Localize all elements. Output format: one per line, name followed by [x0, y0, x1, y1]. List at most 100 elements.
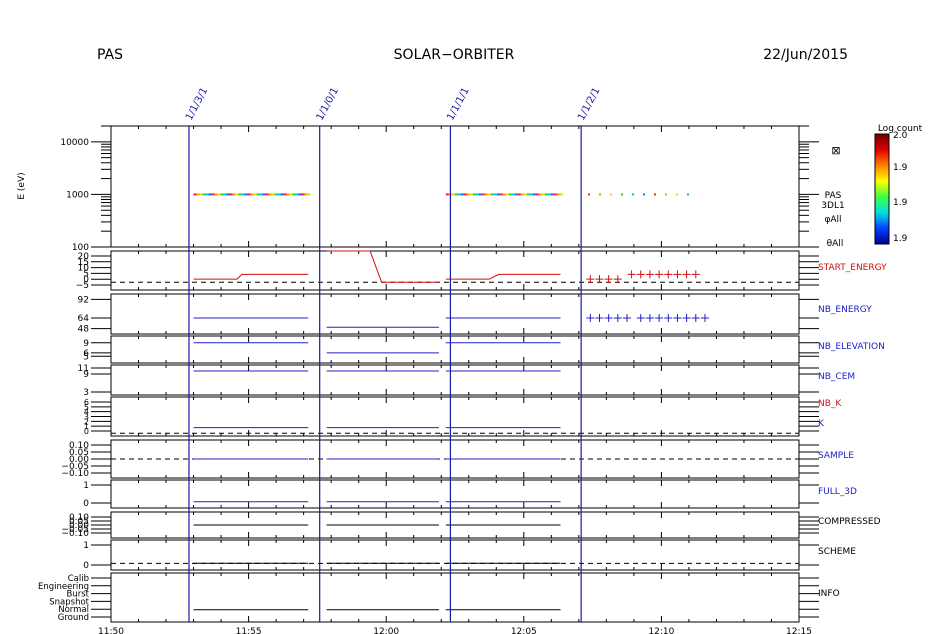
y-tick-label: 5: [83, 352, 89, 362]
header-left: PAS: [97, 47, 123, 63]
spectrogram-pixel: [235, 193, 239, 196]
panel-label: SAMPLE: [818, 451, 854, 461]
y-tick-label: −0.10: [61, 529, 89, 539]
spectrogram-pixel: [547, 193, 551, 196]
y-tick-label: 64: [78, 314, 90, 324]
data-cross: [691, 314, 700, 322]
panel-frame-full_3d: [110, 479, 800, 509]
data-cross: [627, 270, 636, 279]
spectrogram-pixel: [202, 193, 206, 196]
spectrogram-pixel: [301, 193, 305, 196]
data-cross: [691, 270, 700, 279]
spectrogram-pixel: [280, 193, 284, 196]
spectrogram-pixel: [541, 193, 545, 196]
spectrogram-pixel: [632, 193, 635, 196]
spectrogram-pixel: [508, 193, 512, 196]
spectrogram-pixel: [466, 193, 470, 196]
y-tick-label: 9: [83, 339, 89, 349]
spectrogram-pixel: [283, 193, 287, 196]
spectrogram-pixel: [274, 193, 278, 196]
spectrogram-pixel: [445, 193, 449, 196]
spectrogram-pixel: [514, 193, 518, 196]
spectrogram-pixel: [511, 193, 515, 196]
x-tick-label: 11:55: [236, 627, 262, 634]
spectrogram-pixel: [286, 193, 290, 196]
colorbar-tick-label: 2.0: [893, 131, 908, 141]
panel-label-secondary: K: [818, 419, 825, 429]
y-tick-label: 3: [83, 388, 89, 398]
spectrogram-pixel: [250, 193, 254, 196]
spectrogram-label: φAll: [824, 215, 841, 225]
spectrogram-pixel: [241, 193, 245, 196]
data-cross: [682, 270, 691, 279]
spectrogram-pixel: [621, 193, 624, 196]
spectrogram-pixel: [292, 193, 296, 196]
spectrogram-pixel: [535, 193, 539, 196]
data-cross: [645, 314, 654, 322]
data-cross: [586, 275, 595, 284]
y-tick-label: 1: [83, 541, 89, 551]
data-cross: [645, 270, 654, 279]
data-cross: [673, 270, 682, 279]
panel-frame-nb_k: [110, 396, 800, 437]
colorbar-tick-label: 1.9: [893, 163, 908, 173]
data-cross: [613, 314, 622, 322]
y-tick-label: 1: [83, 481, 89, 491]
spectrogram-pixel: [499, 193, 503, 196]
colorbar: [874, 133, 890, 245]
spectrogram-pixel: [304, 193, 308, 196]
marker-label: 1/1/2/1: [576, 86, 602, 123]
spectrogram-pixel: [244, 193, 248, 196]
data-cross: [604, 275, 613, 284]
spectrogram-pixel: [262, 193, 266, 196]
y-tick-label: 1000: [66, 190, 89, 200]
spectrogram-pixel: [259, 193, 263, 196]
spectrogram-pixel: [217, 193, 221, 196]
spectrogram-label: PAS: [825, 191, 842, 201]
series-line: [193, 273, 309, 280]
panel-label: FULL_3D: [818, 487, 857, 497]
data-cross: [673, 314, 682, 322]
y-tick-label: 0: [83, 499, 89, 509]
spectrogram-pixel: [493, 193, 497, 196]
spectrogram-pixel: [451, 193, 455, 196]
spectrogram-pixel: [502, 193, 506, 196]
y-tick-label: 9: [83, 370, 89, 380]
spectrogram-pixel: [214, 193, 218, 196]
spectrogram-pixel: [676, 193, 679, 196]
y-tick-label: 92: [78, 295, 89, 305]
panel-frame-nb_cem: [110, 364, 800, 396]
x-tick-label: 12:05: [511, 627, 537, 634]
spectrogram-pixel: [556, 193, 560, 196]
spectrogram-pixel: [247, 193, 251, 196]
spectrogram-pixel: [643, 193, 646, 196]
colorbar-tick-label: 1.9: [893, 198, 908, 208]
spectrogram-pixel: [196, 193, 200, 196]
data-cross: [595, 275, 604, 284]
panel-frame-info: [110, 572, 800, 623]
spectrogram-pixel: [487, 193, 491, 196]
spectrogram-pixel: [457, 193, 461, 196]
spectrogram-pixel: [223, 193, 227, 196]
empty-symbol: ⊠: [831, 144, 840, 157]
spectrogram-pixel: [610, 193, 613, 196]
data-cross: [604, 314, 613, 322]
spectrogram-pixel: [472, 193, 476, 196]
spectrogram-pixel: [599, 193, 602, 196]
data-cross: [636, 270, 645, 279]
spectrogram-pixel: [559, 193, 563, 196]
panel-label: COMPRESSED: [818, 517, 881, 527]
panel-label: INFO: [818, 589, 840, 599]
spectrogram-pixel: [520, 193, 524, 196]
header-center: SOLAR−ORBITER: [394, 47, 515, 63]
data-cross: [636, 314, 645, 322]
spectrogram-pixel: [484, 193, 488, 196]
y-tick-label: −5: [76, 281, 89, 291]
spectrogram-pixel: [496, 193, 500, 196]
spectrogram-pixel: [588, 193, 591, 196]
spectrogram-pixel: [538, 193, 542, 196]
y-tick-label: Ground: [58, 613, 89, 623]
spectrogram-pixel: [532, 193, 536, 196]
colorbar-tick-label: 1.9: [893, 234, 908, 244]
y-tick-label: 48: [78, 325, 90, 335]
